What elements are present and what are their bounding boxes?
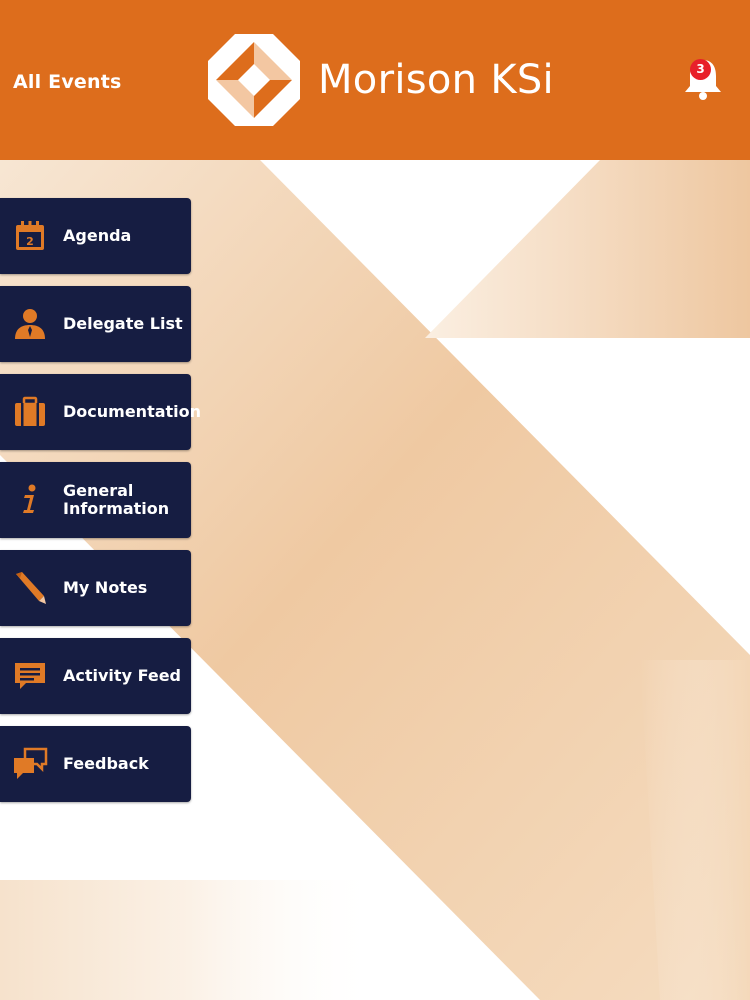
- menu-label-general-information: General Information: [63, 481, 170, 518]
- all-events-link[interactable]: All Events: [13, 71, 122, 93]
- menu-item-my-notes[interactable]: My Notes: [0, 550, 191, 626]
- main-menu: 2 Agenda Delegate List Documentation Gen…: [0, 198, 202, 814]
- menu-label-activity-feed: Activity Feed: [63, 666, 181, 685]
- menu-item-documentation[interactable]: Documentation: [0, 374, 202, 450]
- app-screen: All Events Morison KSi 3 2 Agenda Delega…: [0, 0, 750, 1000]
- briefcase-icon: [15, 396, 45, 426]
- menu-item-agenda[interactable]: 2 Agenda: [0, 198, 191, 274]
- notifications-button[interactable]: 3: [681, 54, 725, 102]
- menu-item-delegate-list[interactable]: Delegate List: [0, 286, 191, 362]
- comment-icon: [15, 663, 45, 689]
- menu-item-general-information[interactable]: General Information: [0, 462, 191, 538]
- brand-name: Morison KSi: [318, 57, 554, 103]
- menu-item-feedback[interactable]: Feedback: [0, 726, 191, 802]
- app-header: All Events Morison KSi 3: [0, 0, 750, 160]
- pencil-icon: [16, 572, 46, 604]
- menu-label-feedback: Feedback: [63, 754, 149, 773]
- menu-label-my-notes: My Notes: [63, 578, 148, 597]
- menu-label-documentation: Documentation: [63, 402, 202, 421]
- morison-ksi-logo: [208, 34, 300, 126]
- calendar-day: 2: [26, 235, 34, 248]
- notification-count-badge: 3: [690, 59, 711, 80]
- menu-item-activity-feed[interactable]: Activity Feed: [0, 638, 191, 714]
- calendar-icon: 2: [16, 221, 44, 250]
- menu-label-delegate-list: Delegate List: [63, 314, 183, 333]
- info-icon: [23, 484, 36, 513]
- person-icon: [15, 309, 45, 339]
- menu-label-agenda: Agenda: [63, 226, 132, 245]
- chat-bubbles-icon: [14, 747, 48, 779]
